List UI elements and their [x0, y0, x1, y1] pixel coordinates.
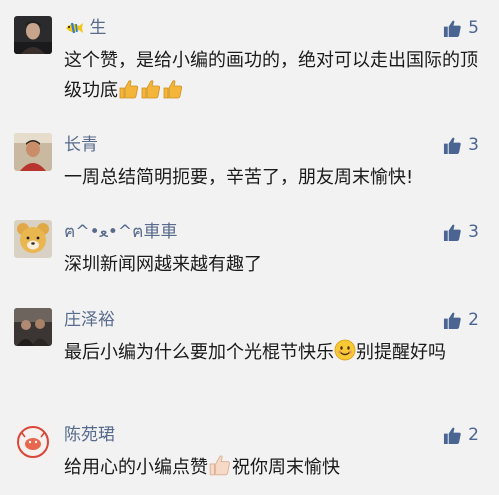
- comment-item: 陈苑珺 2 给用心的小编点赞 祝你周末愉快: [0, 423, 499, 493]
- thumbs-up-emoji-icon: [140, 79, 162, 109]
- like-button[interactable]: 3: [443, 222, 479, 242]
- thumbs-up-icon: [443, 311, 462, 330]
- commenter-name[interactable]: 长青: [64, 135, 98, 155]
- thumbs-up-icon: [443, 136, 462, 155]
- avatar[interactable]: [14, 133, 52, 171]
- avatar-man-outdoor-icon: [14, 133, 52, 171]
- thumbs-up-emoji-icon: [162, 79, 184, 109]
- avatar-man-dark-icon: [14, 16, 52, 54]
- smiling-face-emoji-icon: [334, 339, 356, 371]
- like-button[interactable]: 3: [443, 135, 479, 155]
- avatar[interactable]: [14, 220, 52, 258]
- comment-item: 长青 3 一周总结简明扼要，辛苦了，朋友周末愉快!: [0, 133, 499, 203]
- like-count: 3: [468, 222, 479, 242]
- avatar[interactable]: [14, 423, 52, 461]
- comment-text-content: 祝你周末愉快: [232, 457, 340, 478]
- comment-text-content: 别提醒好吗: [356, 342, 446, 363]
- avatar-bear-icon: [14, 220, 52, 258]
- thumbs-up-icon: [443, 19, 462, 38]
- thumbs-up-icon: [443, 426, 462, 445]
- like-count: 5: [468, 18, 479, 38]
- comment-text: 一周总结简明扼要，辛苦了，朋友周末愉快!: [64, 167, 414, 188]
- commenter-name[interactable]: ฅ^•ﻌ•^ฅ車車: [64, 222, 178, 242]
- avatar[interactable]: [14, 308, 52, 346]
- comment-list: 生 5 这个赞，是给小编的画功的，绝对可以走出国际的顶级功底 长青 3 一周总结…: [0, 0, 499, 495]
- comment-text: 深圳新闻网越来越有趣了: [64, 254, 262, 275]
- like-button[interactable]: 5: [443, 18, 479, 38]
- comment-item: 庄泽裕 2 最后小编为什么要加个光棍节快乐 别提醒好吗: [0, 308, 499, 408]
- comment-item: ฅ^•ﻌ•^ฅ車車 3 深圳新闻网越来越有趣了: [0, 220, 499, 290]
- like-button[interactable]: 2: [443, 425, 479, 445]
- avatar[interactable]: [14, 16, 52, 54]
- like-count: 3: [468, 135, 479, 155]
- comment-text: 这个赞，是给小编的画功的，绝对可以走出国际的顶级功底: [64, 46, 484, 109]
- comment-text: 给用心的小编点赞 祝你周末愉快: [64, 453, 484, 486]
- commenter-name[interactable]: 庄泽裕: [64, 310, 115, 330]
- thumbs-up-emoji-icon: [208, 454, 232, 486]
- comment-text: 最后小编为什么要加个光棍节快乐 别提醒好吗: [64, 338, 484, 371]
- like-button[interactable]: 2: [443, 310, 479, 330]
- commenter-name[interactable]: 陈苑珺: [64, 425, 115, 445]
- like-count: 2: [468, 425, 479, 445]
- avatar-group-photo-icon: [14, 308, 52, 346]
- comment-text-content: 最后小编为什么要加个光棍节快乐: [64, 342, 334, 363]
- comment-text-content: 给用心的小编点赞: [64, 457, 208, 478]
- thumbs-up-icon: [443, 223, 462, 242]
- commenter-name[interactable]: 生: [64, 18, 106, 41]
- commenter-name-text: 生: [89, 18, 107, 38]
- thumbs-up-emoji-icon: [118, 79, 140, 109]
- comment-item: 生 5 这个赞，是给小编的画功的，绝对可以走出国际的顶级功底: [0, 16, 499, 116]
- like-count: 2: [468, 310, 479, 330]
- avatar-cartoon-icon: [14, 423, 52, 461]
- tropical-fish-icon: [64, 20, 84, 41]
